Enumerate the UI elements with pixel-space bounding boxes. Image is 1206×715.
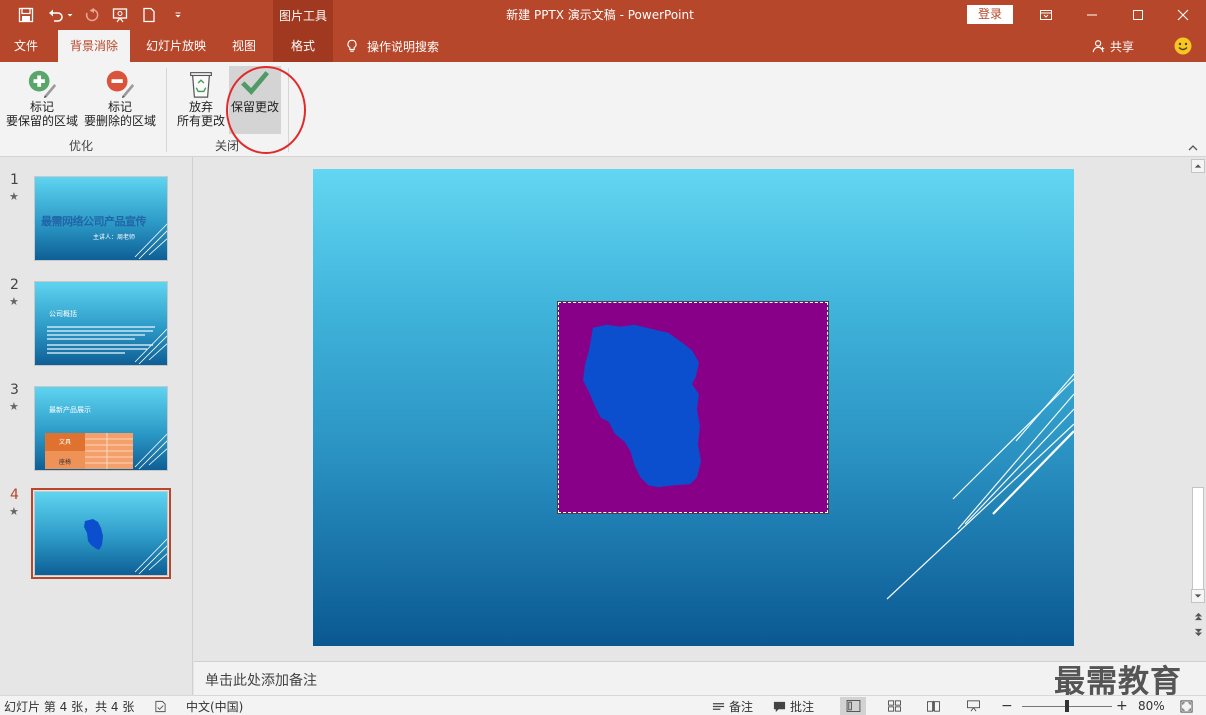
ribbon-display-options-icon[interactable]: [1023, 0, 1069, 30]
slide-number-2: 2: [10, 277, 19, 293]
collapse-ribbon-icon[interactable]: [1186, 141, 1200, 155]
selected-picture-background-removal[interactable]: [557, 301, 829, 514]
slide-2-body-text-lines: [47, 326, 167, 365]
tab-slideshow[interactable]: 幻灯片放映: [136, 30, 216, 62]
slide-count-status: 幻灯片 第 4 张，共 4 张: [4, 699, 135, 714]
zoom-out-icon[interactable]: −: [1001, 698, 1013, 714]
new-document-icon[interactable]: [137, 3, 161, 27]
current-slide-canvas[interactable]: [313, 169, 1074, 646]
notes-toggle-button[interactable]: 备注: [712, 698, 753, 714]
mark-remove-line1: 标记: [107, 100, 132, 114]
notes-icon: [712, 702, 725, 710]
previous-slide-icon[interactable]: [1191, 609, 1205, 623]
slide-3-table-label-1: 文具: [59, 439, 72, 446]
share-label: 共享: [1110, 39, 1135, 54]
slide-3-table: [45, 433, 167, 470]
window-title: 新建 PPTX 演示文稿 - PowerPoint: [506, 8, 694, 22]
fit-to-window-icon[interactable]: [1180, 698, 1193, 714]
comments-toggle-button[interactable]: 批注: [773, 698, 814, 714]
save-icon[interactable]: [14, 3, 38, 27]
kept-object-blue-shape: [583, 324, 701, 488]
title-bar: 图片工具 新建 PPTX 演示文稿 - PowerPoint 登录: [0, 0, 1206, 30]
slide-4-preview: [84, 519, 167, 575]
slide-thumbnail-4[interactable]: [34, 491, 168, 576]
slide-thumbnail-2[interactable]: 公司概括: [34, 281, 168, 366]
powerpoint-window: 图片工具 新建 PPTX 演示文稿 - PowerPoint 登录 文件 背景消…: [0, 0, 1206, 715]
slideshow-view-icon[interactable]: [960, 697, 986, 715]
maximize-icon[interactable]: [1115, 0, 1161, 30]
minimize-icon[interactable]: [1069, 0, 1115, 30]
language-status[interactable]: 中文(中国): [186, 698, 243, 714]
slide-number-4: 4: [10, 487, 19, 503]
animation-star-icon: ★: [9, 505, 19, 518]
slideshow-from-start-icon[interactable]: [108, 3, 132, 27]
mark-remove-line2: 要删除的区域: [83, 114, 156, 128]
customize-qat-icon[interactable]: [166, 3, 190, 27]
person-icon: [1092, 40, 1105, 53]
ribbon: 标记 要保留的区域 标记 要删除的区域 优化 放弃 所有更改 保留更改 关闭: [0, 62, 1206, 157]
tab-format[interactable]: 格式: [273, 30, 333, 62]
discard-line2: 所有更改: [176, 114, 225, 128]
spell-check-icon[interactable]: [154, 698, 167, 714]
notes-label: 备注: [729, 699, 754, 714]
slide-3-table-label-2: 座椅: [59, 459, 72, 466]
scrollbar-thumb[interactable]: [1192, 487, 1204, 590]
red-annotation-circle: [226, 66, 306, 154]
slide-number-3: 3: [10, 382, 19, 398]
reading-view-icon[interactable]: [920, 697, 946, 715]
notes-placeholder[interactable]: 单击此处添加备注: [205, 670, 317, 690]
undo-dropdown-icon[interactable]: [64, 3, 76, 27]
zoom-in-icon[interactable]: +: [1116, 698, 1128, 714]
animation-star-icon: ★: [9, 295, 19, 308]
zoom-level[interactable]: 80%: [1138, 698, 1165, 714]
comments-label: 批注: [790, 699, 815, 714]
zoom-slider-thumb[interactable]: [1065, 700, 1069, 712]
status-bar: 幻灯片 第 4 张，共 4 张 中文(中国) 备注 批注 − + 80%: [0, 695, 1206, 715]
mark-keep-plus-icon: [28, 70, 57, 99]
discard-line1: 放弃: [188, 100, 213, 114]
comment-icon: [773, 701, 786, 712]
smiley-feedback-icon[interactable]: [1174, 37, 1192, 55]
lightbulb-icon: [347, 39, 357, 52]
login-button[interactable]: 登录: [967, 5, 1013, 24]
slide-thumbnail-3[interactable]: 最新产品展示 文具 座椅: [34, 386, 168, 471]
discard-all-changes-button[interactable]: 放弃 所有更改: [172, 66, 230, 128]
tell-me-search[interactable]: 操作说明搜索: [345, 30, 439, 62]
recycle-bin-icon: [190, 72, 212, 98]
tab-view[interactable]: 视图: [222, 30, 266, 62]
slide-number-1: 1: [10, 172, 19, 188]
mark-areas-to-remove-button[interactable]: 标记 要删除的区域: [82, 66, 158, 128]
mark-keep-line1: 标记: [29, 100, 54, 114]
ribbon-tab-bar: 文件 背景消除 幻灯片放映 视图 格式 操作说明搜索 共享: [0, 30, 1206, 62]
picture-tools-context-label: 图片工具: [273, 0, 333, 30]
scroll-up-icon[interactable]: [1191, 159, 1205, 173]
group-separator: [166, 68, 167, 152]
tab-background-removal[interactable]: 背景消除: [58, 30, 130, 62]
group-label-refine: 优化: [68, 139, 93, 153]
mark-areas-to-keep-button[interactable]: 标记 要保留的区域: [4, 66, 80, 128]
vertical-scrollbar[interactable]: [1190, 157, 1206, 661]
mark-keep-line2: 要保留的区域: [5, 114, 78, 128]
animation-star-icon: ★: [9, 190, 19, 203]
slide-sorter-view-icon[interactable]: [881, 697, 907, 715]
close-icon[interactable]: [1160, 0, 1206, 30]
scroll-down-icon[interactable]: [1191, 589, 1205, 603]
slide-thumbnail-1[interactable]: 最需网络公司产品宣传 主讲人：周老师: [34, 176, 168, 261]
mark-remove-minus-icon: [106, 70, 135, 99]
tell-me-label: 操作说明搜索: [367, 39, 440, 54]
tab-file[interactable]: 文件: [0, 30, 52, 62]
normal-view-icon[interactable]: [840, 697, 866, 715]
slide-thumbnail-pane: 1 ★ 最需网络公司产品宣传 主讲人：周老师 2 ★ 公司概括 3 ★ 最新产品…: [0, 157, 193, 695]
next-slide-icon[interactable]: [1191, 625, 1205, 639]
redo-icon[interactable]: [80, 3, 104, 27]
diagonal-lines-decoration: [134, 223, 167, 260]
animation-star-icon: ★: [9, 400, 19, 413]
share-button[interactable]: 共享: [1092, 30, 1134, 62]
